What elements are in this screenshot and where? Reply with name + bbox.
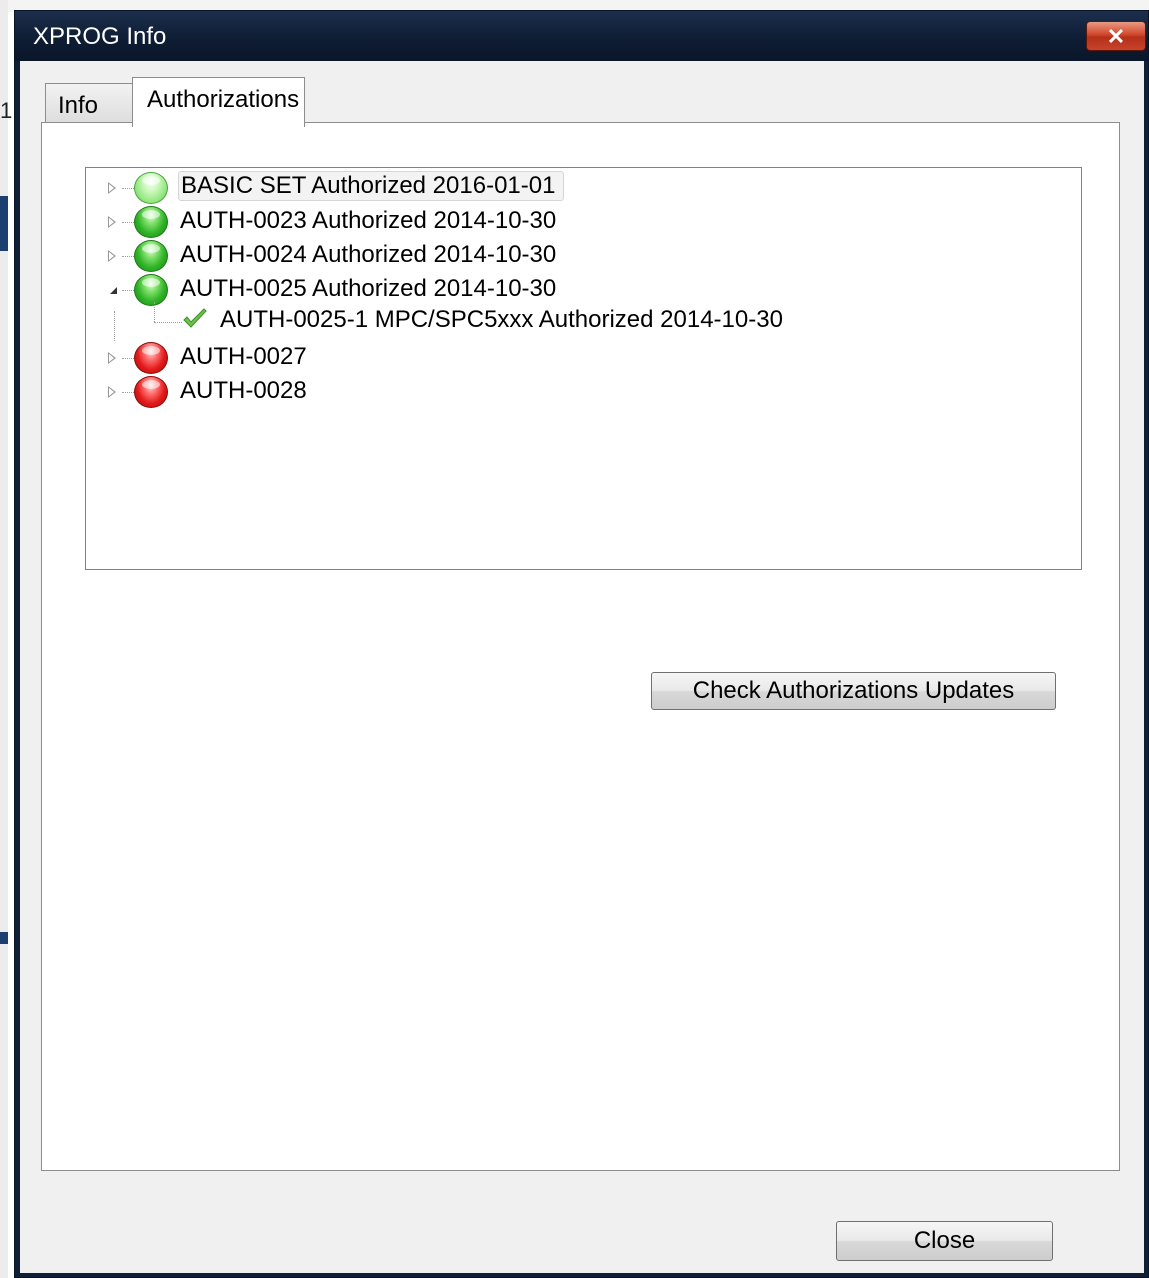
tree-item-label: AUTH-0023 Authorized 2014-10-30	[180, 207, 557, 234]
tree-item-label: AUTH-0027	[180, 343, 307, 370]
background-window-edge: 1	[0, 0, 12, 1278]
expand-arrow-icon[interactable]	[108, 216, 116, 228]
tree-connector	[122, 358, 134, 359]
title-bar[interactable]: XPROG Info ✕	[15, 11, 1148, 61]
tree-connector	[122, 256, 134, 257]
tree-item[interactable]: AUTH-0024 Authorized 2014-10-30	[86, 239, 986, 273]
authorizations-tree[interactable]: BASIC SET Authorized 2016-01-01 AUTH-002…	[85, 167, 1082, 570]
dialog-client-area: Info Authorizations BASIC SET Authorized…	[20, 61, 1144, 1273]
window-close-button[interactable]: ✕	[1086, 21, 1146, 51]
tree-item-label: BASIC SET Authorized 2016-01-01	[178, 171, 565, 201]
check-authorizations-updates-button[interactable]: Check Authorizations Updates	[651, 672, 1056, 710]
tree-connector	[122, 222, 134, 223]
red-status-icon	[134, 376, 168, 408]
close-button[interactable]: Close	[836, 1221, 1053, 1261]
tree-child-label[interactable]: AUTH-0025-1 MPC/SPC5xxx Authorized 2014-…	[220, 306, 783, 334]
tab-authorizations-label: Authorizations	[147, 86, 300, 113]
background-edge-text: 1	[0, 98, 13, 123]
tree-item[interactable]: AUTH-0023 Authorized 2014-10-30	[86, 205, 986, 239]
expand-arrow-icon[interactable]	[108, 250, 116, 262]
tree-item-label: AUTH-0028	[180, 377, 307, 404]
tab-info-label: Info	[58, 92, 99, 119]
tree-connector	[114, 311, 115, 341]
window-title: XPROG Info	[33, 23, 167, 50]
green-status-icon	[134, 172, 168, 204]
collapse-arrow-icon[interactable]	[110, 287, 117, 294]
background-blue-block	[0, 932, 8, 944]
authorizations-tab-panel: BASIC SET Authorized 2016-01-01 AUTH-002…	[41, 122, 1120, 1171]
tree-item[interactable]: BASIC SET Authorized 2016-01-01	[86, 171, 986, 205]
tree-connector	[154, 302, 155, 322]
expand-arrow-icon[interactable]	[108, 352, 116, 364]
tree-connector	[122, 392, 134, 393]
expand-arrow-icon[interactable]	[108, 182, 116, 194]
xprog-info-dialog: XPROG Info ✕ Info Authorizations BASIC S…	[14, 10, 1149, 1278]
expand-arrow-icon[interactable]	[108, 386, 116, 398]
tree-item-label: AUTH-0024 Authorized 2014-10-30	[180, 241, 557, 268]
background-blue-block	[0, 196, 8, 251]
tree-item-label: AUTH-0025 Authorized 2014-10-30	[180, 275, 557, 302]
green-status-icon	[134, 206, 168, 238]
check-icon	[183, 308, 207, 328]
red-status-icon	[134, 342, 168, 374]
tree-item[interactable]: AUTH-0027	[86, 341, 986, 375]
tree-item[interactable]: AUTH-0025 Authorized 2014-10-30	[86, 273, 986, 307]
tree-connector	[154, 322, 182, 323]
close-icon: ✕	[1106, 24, 1126, 49]
tree-connector	[122, 290, 134, 291]
tree-connector	[122, 188, 134, 189]
green-status-icon	[134, 240, 168, 272]
tree-item[interactable]: AUTH-0028	[86, 375, 986, 409]
tab-authorizations[interactable]: Authorizations	[132, 77, 305, 127]
green-status-icon	[134, 274, 168, 306]
tab-info[interactable]: Info	[45, 83, 133, 125]
